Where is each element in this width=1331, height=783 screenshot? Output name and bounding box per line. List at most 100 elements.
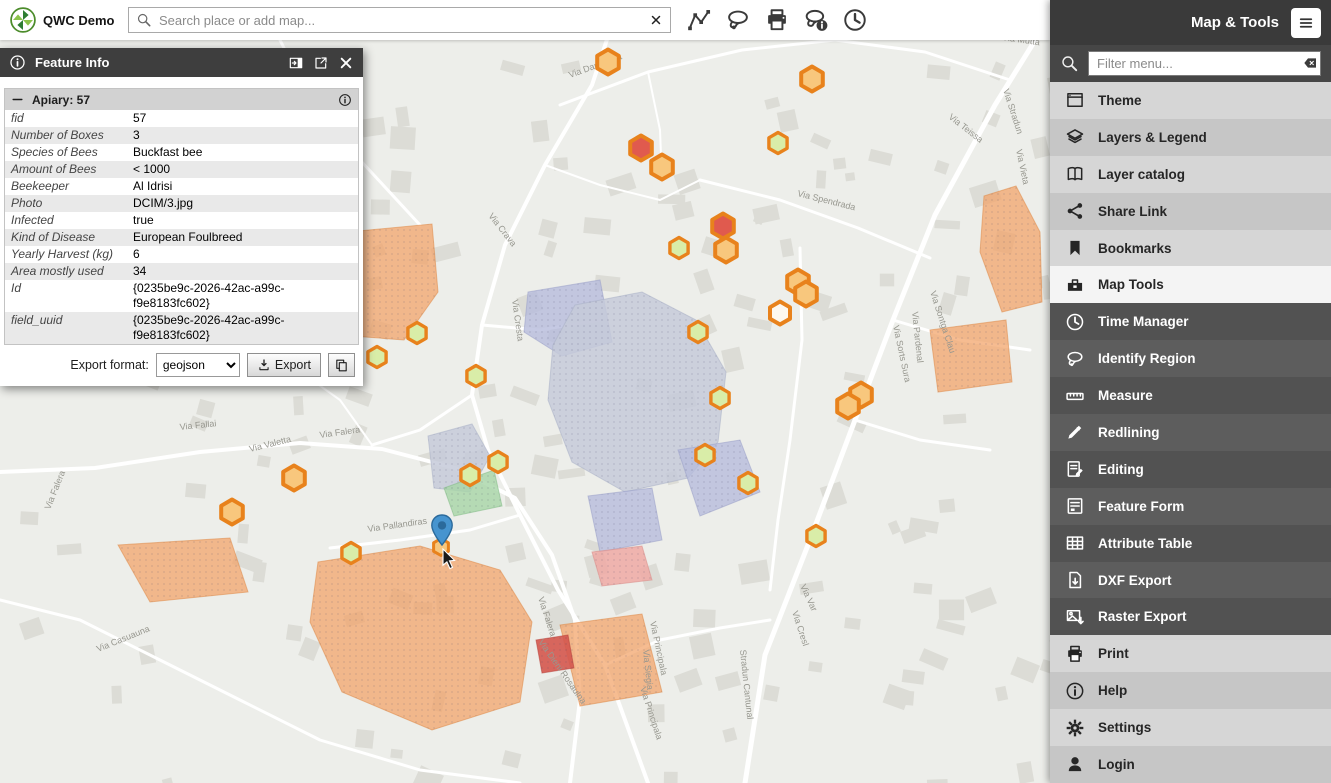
- search-box: [128, 7, 671, 33]
- identify-info-icon: [803, 7, 829, 33]
- sidebar-item-editing[interactable]: Editing: [1050, 451, 1331, 488]
- apiary-marker[interactable]: [342, 543, 360, 564]
- feature-info-titlebar[interactable]: Feature Info: [0, 48, 363, 77]
- apiary-marker[interactable]: [489, 452, 507, 473]
- attribute-row-photo[interactable]: Photo DCIM/3.jpg: [5, 195, 358, 212]
- attribute-name: Species of Bees: [5, 144, 133, 161]
- apiary-marker[interactable]: [739, 473, 757, 494]
- export-bar: Export format: geojson Export: [0, 345, 363, 386]
- detach-icon[interactable]: [313, 55, 329, 71]
- attribute-row-area-mostly-used[interactable]: Area mostly used 34: [5, 263, 358, 280]
- toolbar-identify-region-button[interactable]: [722, 3, 754, 37]
- sidebar-item-label: Raster Export: [1098, 609, 1187, 624]
- sidebar-item-bookmarks[interactable]: Bookmarks: [1050, 230, 1331, 267]
- attribute-row-species-of-bees[interactable]: Species of Bees Buckfast bee: [5, 144, 358, 161]
- feature-zoom-info-icon[interactable]: [338, 93, 352, 107]
- sidebar-item-label: Bookmarks: [1098, 241, 1172, 256]
- search-clear-icon[interactable]: [649, 13, 663, 27]
- sidebar-item-label: Layer catalog: [1098, 167, 1185, 182]
- search-input[interactable]: [159, 13, 642, 28]
- apiary-marker[interactable]: [630, 136, 652, 161]
- login-icon: [1065, 754, 1085, 774]
- apiary-marker[interactable]: [368, 347, 386, 368]
- attribute-row-field-uuid[interactable]: field_uuid {0235be9c-2026-42ac-a99c-f9e8…: [5, 312, 358, 344]
- clock-icon: [1065, 312, 1085, 332]
- apiary-marker[interactable]: [461, 465, 479, 486]
- sidebar-item-measure[interactable]: Measure: [1050, 377, 1331, 414]
- sidebar-item-help[interactable]: Help: [1050, 672, 1331, 709]
- apiary-marker[interactable]: [715, 238, 737, 263]
- feature-section-header[interactable]: Apiary: 57: [5, 89, 358, 110]
- attribute-row-yearly-harvest-kg[interactable]: Yearly Harvest (kg) 6: [5, 246, 358, 263]
- apiary-marker[interactable]: [712, 214, 734, 239]
- apiary-marker[interactable]: [408, 323, 426, 344]
- attribute-row-kind-of-disease[interactable]: Kind of Disease European Foulbreed: [5, 229, 358, 246]
- collapse-icon[interactable]: [11, 93, 24, 106]
- toolbar-print-button[interactable]: [761, 3, 793, 37]
- apiary-marker[interactable]: [770, 302, 790, 325]
- apiary-marker[interactable]: [769, 133, 787, 154]
- sidebar-item-feature-form[interactable]: Feature Form: [1050, 488, 1331, 525]
- sidebar-item-identify-region[interactable]: Identify Region: [1050, 340, 1331, 377]
- attribute-row-id[interactable]: Id {0235be9c-2026-42ac-a99c-f9e8183fc602…: [5, 280, 358, 312]
- sidebar-item-label: Layers & Legend: [1098, 130, 1207, 145]
- toolbar-measure-button[interactable]: [683, 3, 715, 37]
- sidebar-item-label: Print: [1098, 646, 1129, 661]
- apiary-marker[interactable]: [467, 366, 485, 387]
- apiary-marker[interactable]: [597, 50, 619, 75]
- dxf-export-icon: [1065, 570, 1085, 590]
- filter-menu-input[interactable]: [1088, 51, 1321, 76]
- apiary-marker[interactable]: [795, 282, 817, 307]
- attribute-row-amount-of-bees[interactable]: Amount of Bees < 1000: [5, 161, 358, 178]
- apiary-marker[interactable]: [696, 445, 714, 466]
- download-icon: [257, 358, 271, 372]
- sidebar-item-redlining[interactable]: Redlining: [1050, 414, 1331, 451]
- sidebar-item-time-manager[interactable]: Time Manager: [1050, 303, 1331, 340]
- filter-search-icon: [1060, 54, 1079, 73]
- attribute-row-number-of-boxes[interactable]: Number of Boxes 3: [5, 127, 358, 144]
- menu-button[interactable]: [1291, 8, 1321, 38]
- attribute-name: Id: [5, 280, 133, 312]
- attribute-value: Al Idrisi: [133, 178, 358, 195]
- apiary-marker[interactable]: [801, 67, 823, 92]
- attribute-value: true: [133, 212, 358, 229]
- sidebar-item-label: Editing: [1098, 462, 1144, 477]
- close-icon[interactable]: [338, 55, 354, 71]
- attribute-row-fid[interactable]: fid 57: [5, 110, 358, 127]
- apiary-marker[interactable]: [807, 526, 825, 547]
- search-icon: [136, 12, 152, 28]
- bookmark-icon: [1065, 238, 1085, 258]
- export-format-select[interactable]: geojson: [156, 353, 240, 377]
- apiary-marker[interactable]: [651, 155, 673, 180]
- sidebar-item-label: Attribute Table: [1098, 536, 1192, 551]
- apiary-marker[interactable]: [221, 500, 243, 525]
- export-button[interactable]: Export: [247, 353, 321, 377]
- sidebar-item-raster-export[interactable]: Raster Export: [1050, 598, 1331, 635]
- apiary-marker[interactable]: [689, 322, 707, 343]
- apiary-marker[interactable]: [711, 388, 729, 409]
- apiary-marker[interactable]: [837, 394, 859, 419]
- attribute-row-beekeeper[interactable]: Beekeeper Al Idrisi: [5, 178, 358, 195]
- toolbar-time-manager-button[interactable]: [839, 3, 871, 37]
- sidebar-item-theme[interactable]: Theme: [1050, 82, 1331, 119]
- sidebar-item-map-tools[interactable]: Map Tools: [1050, 266, 1331, 303]
- toolbar-identify-button[interactable]: [800, 3, 832, 37]
- clear-filter-icon[interactable]: [1302, 55, 1318, 71]
- apiary-marker[interactable]: [670, 238, 688, 259]
- feature-info-window: Feature Info Apiary: 57 fid 57 Number of…: [0, 48, 363, 386]
- sidebar-item-login[interactable]: Login: [1050, 746, 1331, 783]
- attribute-row-infected[interactable]: Infected true: [5, 212, 358, 229]
- sidebar-item-layers-legend[interactable]: Layers & Legend: [1050, 119, 1331, 156]
- sidebar-item-share-link[interactable]: Share Link: [1050, 193, 1331, 230]
- dock-icon[interactable]: [288, 55, 304, 71]
- sidebar-item-settings[interactable]: Settings: [1050, 709, 1331, 746]
- export-clipboard-button[interactable]: [328, 353, 355, 377]
- sidebar-item-dxf-export[interactable]: DXF Export: [1050, 562, 1331, 599]
- map-tools-icon: [1065, 275, 1085, 295]
- sidebar-item-attribute-table[interactable]: Attribute Table: [1050, 525, 1331, 562]
- lasso-icon: [725, 7, 751, 33]
- sidebar-item-print[interactable]: Print: [1050, 635, 1331, 672]
- attribute-table-icon: [1065, 533, 1085, 553]
- apiary-marker[interactable]: [283, 466, 305, 491]
- sidebar-item-layer-catalog[interactable]: Layer catalog: [1050, 156, 1331, 193]
